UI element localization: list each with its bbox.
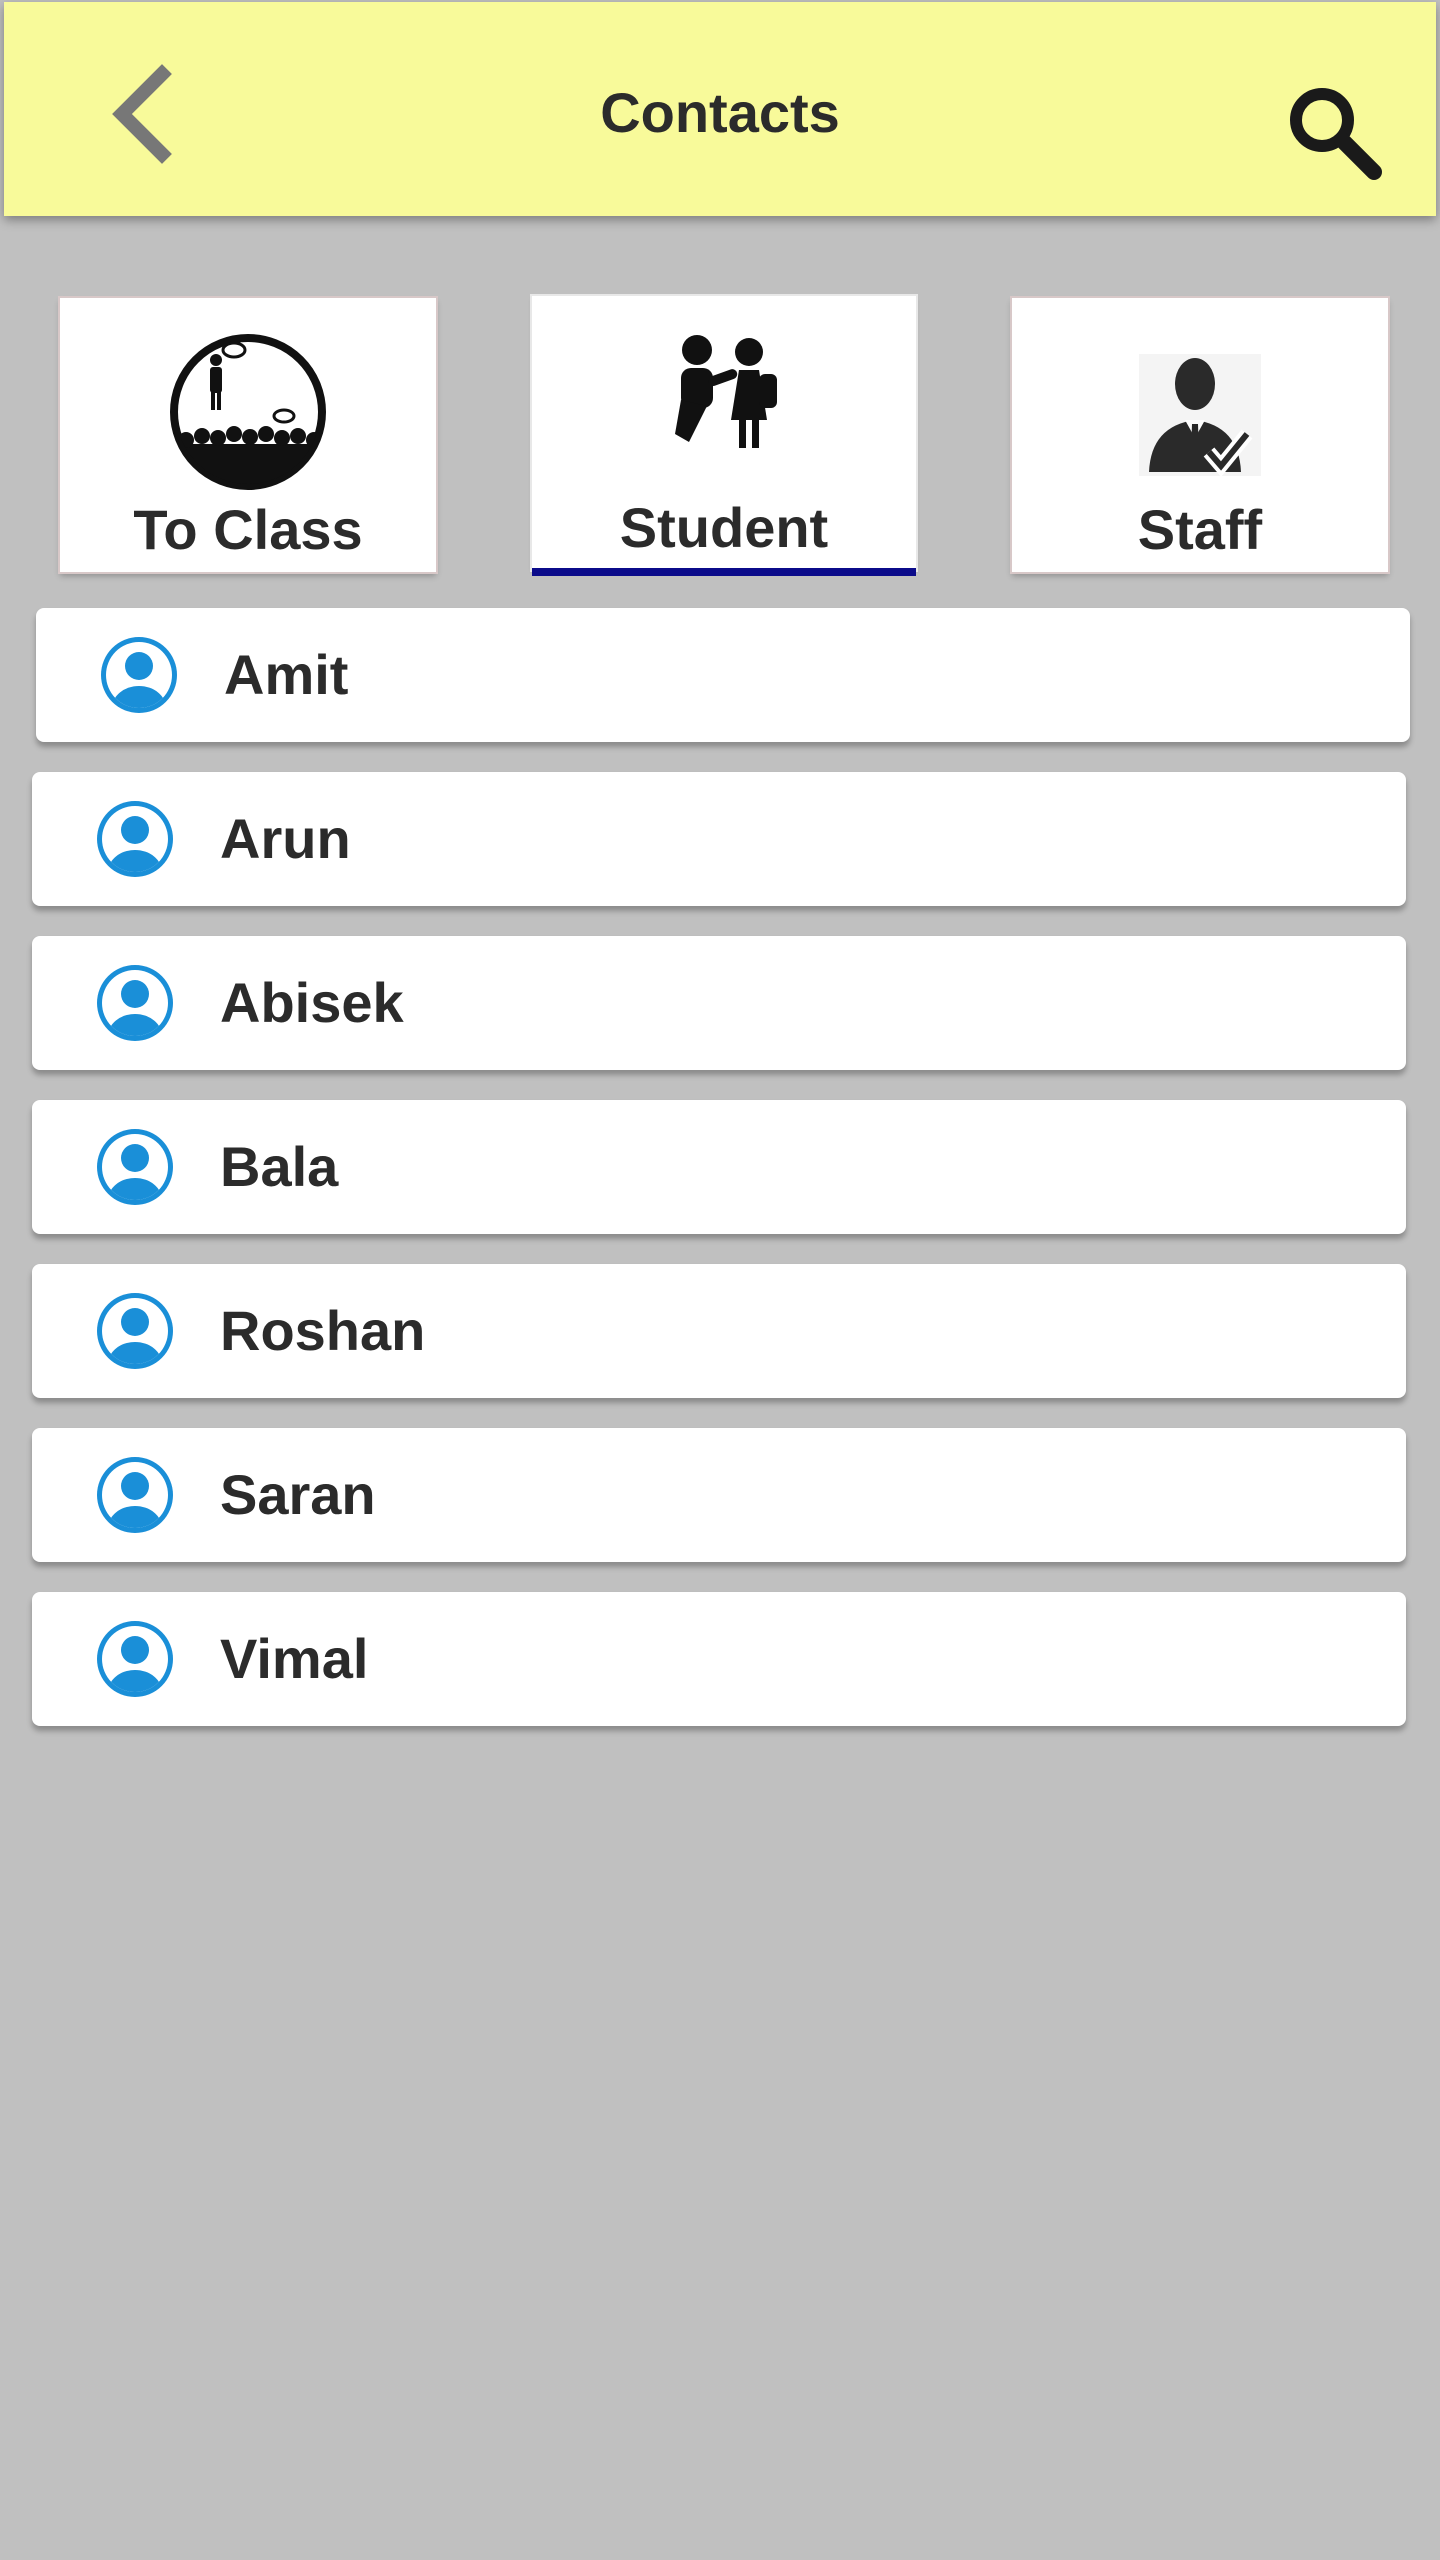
category-label: To Class (133, 498, 363, 561)
contact-name: Abisek (220, 971, 404, 1034)
user-icon (97, 1293, 173, 1369)
category-label: Staff (1137, 498, 1263, 561)
contact-name: Bala (220, 1135, 339, 1198)
list-item[interactable]: Bala (32, 1100, 1406, 1234)
page-title: Contacts (600, 81, 840, 144)
contact-name: Roshan (220, 1299, 426, 1362)
list-item[interactable]: Abisek (32, 936, 1406, 1070)
category-to-class[interactable]: To Class (60, 298, 436, 572)
app-bar: Contacts (4, 2, 1436, 216)
user-icon (97, 965, 173, 1041)
user-icon (101, 637, 177, 713)
contact-name: Vimal (220, 1627, 369, 1690)
list-item[interactable]: Saran (32, 1428, 1406, 1562)
search-button[interactable] (1284, 82, 1384, 182)
user-icon (97, 801, 173, 877)
category-label: Student (619, 496, 829, 559)
list-item[interactable]: Amit (36, 608, 1410, 742)
classroom-icon (170, 334, 326, 490)
list-item[interactable]: Roshan (32, 1264, 1406, 1398)
search-icon (1290, 88, 1382, 180)
category-staff[interactable]: Staff (1012, 298, 1388, 572)
user-icon (97, 1621, 173, 1697)
list-item[interactable]: Arun (32, 772, 1406, 906)
contact-name: Saran (220, 1463, 376, 1526)
list-item[interactable]: Vimal (32, 1592, 1406, 1726)
selected-tab-indicator (532, 568, 916, 576)
students-icon (675, 335, 777, 448)
contact-name: Amit (224, 643, 349, 706)
user-icon (97, 1129, 173, 1205)
contact-name: Arun (220, 807, 351, 870)
user-icon (97, 1457, 173, 1533)
category-student[interactable]: Student (532, 296, 916, 576)
staff-icon (1139, 354, 1261, 477)
